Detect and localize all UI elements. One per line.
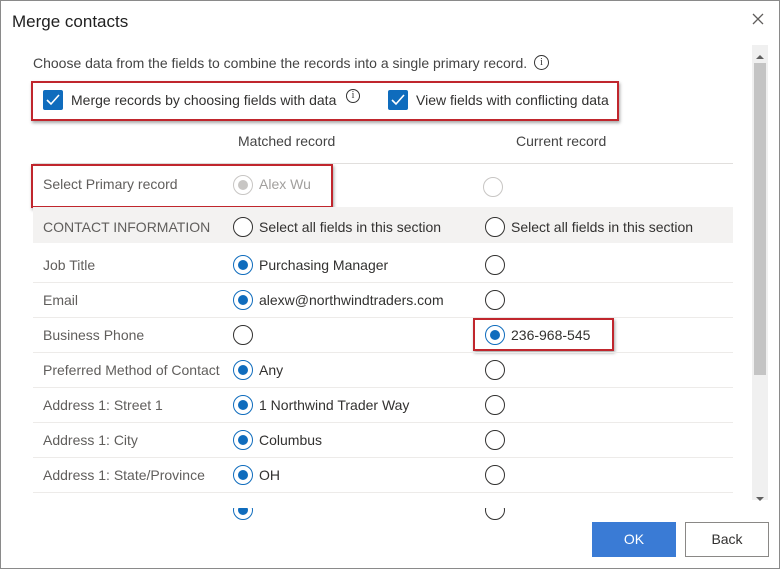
merge-by-fields-checkbox[interactable] [43, 90, 63, 110]
scrollbar-thumb[interactable] [754, 63, 766, 375]
field-current-radio[interactable] [485, 255, 505, 275]
field-current-radio[interactable] [485, 430, 505, 450]
field-matched-radio[interactable] [233, 360, 253, 380]
field-label: Email [43, 292, 79, 308]
primary-record-label: Select Primary record [43, 176, 178, 192]
field-matched-value: Any [259, 362, 284, 378]
field-matched-radio[interactable] [233, 465, 253, 485]
select-all-current-radio[interactable] [485, 217, 505, 237]
field-matched-value: Purchasing Manager [259, 257, 389, 273]
row-divider [33, 317, 733, 318]
dialog-description: Choose data from the fields to combine t… [33, 55, 528, 71]
merge-by-fields-label: Merge records by choosing fields with da… [71, 92, 337, 108]
field-label: Job Title [43, 257, 96, 273]
field-matched-value: Columbus [259, 432, 323, 448]
ok-button[interactable]: OK [592, 522, 676, 557]
field-matched-value: 1 Northwind Trader Way [259, 397, 410, 413]
field-matched-radio[interactable] [233, 290, 253, 310]
view-conflicting-checkbox[interactable] [388, 90, 408, 110]
info-icon[interactable]: i [346, 89, 360, 103]
row-divider [33, 352, 733, 353]
section-title: CONTACT INFORMATION [43, 219, 211, 235]
row-divider [33, 457, 733, 458]
scroll-down-arrow-icon[interactable] [755, 490, 765, 508]
field-current-value: 236-968-545 [511, 327, 591, 343]
select-all-current-label: Select all fields in this section [511, 219, 694, 235]
select-all-matched-label: Select all fields in this section [259, 219, 442, 235]
field-label: Preferred Method of Contact [43, 362, 220, 378]
checkmark-icon [391, 94, 405, 106]
close-icon[interactable] [749, 10, 767, 28]
field-matched-radio[interactable] [233, 430, 253, 450]
field-current-radio[interactable] [485, 465, 505, 485]
field-current-radio[interactable] [485, 325, 505, 345]
field-matched-radio[interactable] [233, 255, 253, 275]
field-matched-value: OH [259, 467, 280, 483]
field-label: Address 1: City [43, 432, 138, 448]
back-button[interactable]: Back [685, 522, 769, 557]
select-all-matched-radio[interactable] [233, 217, 253, 237]
field-matched-radio[interactable] [233, 395, 253, 415]
primary-matched-radio[interactable] [233, 175, 253, 195]
row-divider [33, 387, 733, 388]
matched-record-header: Matched record [238, 133, 336, 149]
field-current-radio[interactable] [485, 360, 505, 380]
dialog-title: Merge contacts [12, 12, 129, 31]
info-icon[interactable]: i [534, 55, 549, 70]
field-current-radio[interactable] [485, 290, 505, 310]
row-divider [33, 282, 733, 283]
merge-contacts-dialog: Merge contacts Choose data from the fiel… [0, 0, 780, 569]
field-current-radio[interactable] [485, 395, 505, 415]
current-record-header: Current record [516, 133, 607, 149]
scroll-clip [1, 498, 751, 508]
field-label: Business Phone [43, 327, 145, 343]
row-divider [33, 422, 733, 423]
field-label: Address 1: State/Province [43, 467, 205, 483]
field-label: Address 1: Street 1 [43, 397, 163, 413]
field-matched-radio[interactable] [233, 325, 253, 345]
header-divider [33, 163, 733, 164]
primary-matched-value: Alex Wu [259, 176, 311, 192]
primary-current-radio[interactable] [483, 177, 503, 197]
checkmark-icon [46, 94, 60, 106]
view-conflicting-label: View fields with conflicting data [416, 92, 609, 108]
field-matched-value: alexw@northwindtraders.com [259, 292, 444, 308]
scroll-up-arrow-icon[interactable] [755, 48, 765, 66]
row-divider [33, 492, 733, 493]
